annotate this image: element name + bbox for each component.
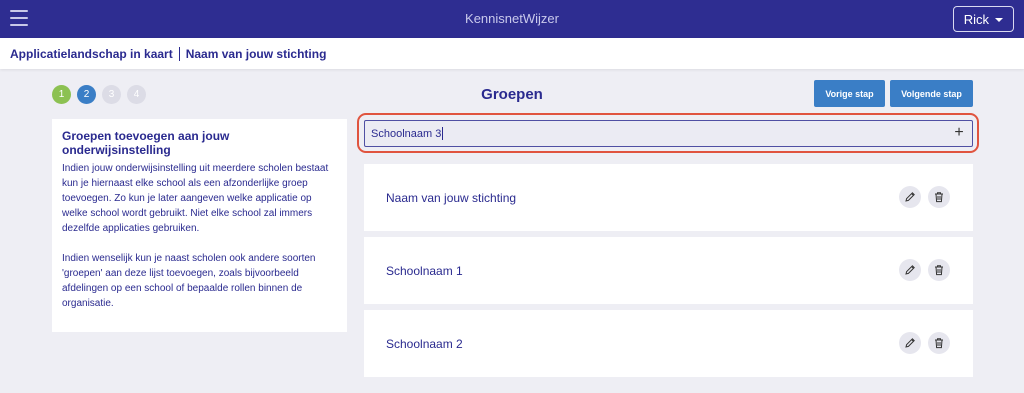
breadcrumb-item-organisation[interactable]: Naam van jouw stichting	[186, 47, 327, 61]
new-group-value: Schoolnaam 3	[371, 127, 442, 140]
group-name: Schoolnaam 1	[386, 263, 463, 278]
app-title: KennisnetWijzer	[465, 11, 559, 26]
step-2[interactable]: 2	[77, 85, 96, 104]
trash-icon[interactable]	[928, 332, 950, 354]
pencil-icon[interactable]	[899, 259, 921, 281]
page-title: Groepen	[481, 86, 543, 103]
trash-icon[interactable]	[928, 186, 950, 208]
group-name: Schoolnaam 2	[386, 336, 463, 351]
step-4[interactable]: 4	[127, 85, 146, 104]
step-1[interactable]: 1	[52, 85, 71, 104]
trash-icon[interactable]	[928, 259, 950, 281]
pencil-icon[interactable]	[899, 332, 921, 354]
info-paragraph-1: Indien jouw onderwijsinstelling uit meer…	[62, 163, 329, 234]
group-name: Naam van jouw stichting	[386, 190, 517, 205]
breadcrumb: Applicatielandschap in kaart Naam van jo…	[0, 38, 1024, 69]
step-indicator: 1 2 3 4	[52, 85, 146, 104]
info-panel: Groepen toevoegen aan jouw onderwijsinst…	[52, 119, 347, 332]
next-step-button[interactable]: Volgende stap	[890, 80, 973, 107]
pencil-icon[interactable]	[899, 186, 921, 208]
group-card: Schoolnaam 1	[364, 237, 973, 304]
text-cursor	[442, 127, 444, 140]
breadcrumb-separator	[178, 46, 180, 61]
user-name: Rick	[963, 11, 989, 27]
step-3[interactable]: 3	[102, 85, 121, 104]
group-card: Schoolnaam 2	[364, 310, 973, 377]
info-title: Groepen toevoegen aan jouw onderwijsinst…	[62, 129, 230, 157]
caret-down-icon	[995, 18, 1003, 22]
previous-step-button[interactable]: Vorige stap	[814, 80, 885, 107]
new-group-input[interactable]: Schoolnaam 3	[364, 120, 973, 147]
plus-icon[interactable]: +	[951, 125, 967, 141]
group-card: Naam van jouw stichting	[364, 164, 973, 231]
user-menu-button[interactable]: Rick	[952, 6, 1014, 32]
top-navbar: KennisnetWijzer Rick	[0, 0, 1024, 38]
info-paragraph-2: Indien wenselijk kun je naast scholen oo…	[62, 253, 316, 309]
breadcrumb-item-section[interactable]: Applicatielandschap in kaart	[10, 47, 173, 61]
